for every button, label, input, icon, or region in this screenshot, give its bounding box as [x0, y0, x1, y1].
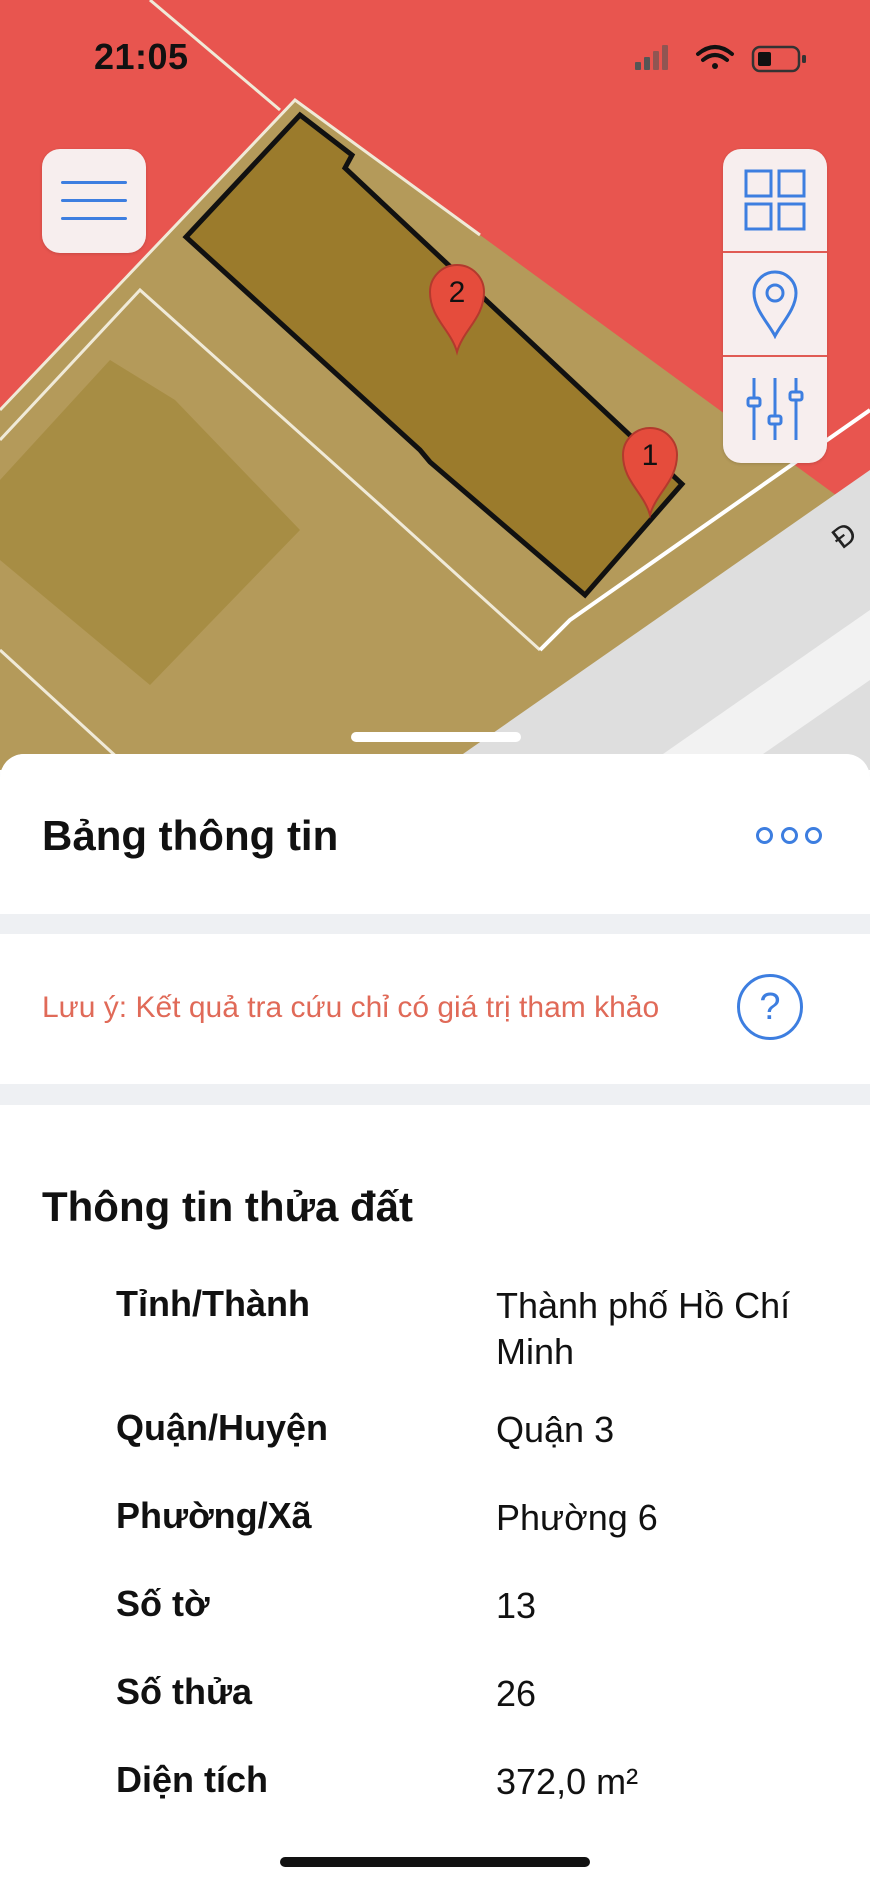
status-bar: 21:05	[0, 0, 870, 110]
home-indicator[interactable]	[280, 1857, 590, 1867]
sliders-icon	[746, 378, 804, 440]
info-value: 372,0 m²	[496, 1761, 639, 1802]
parcel-info-card: Thông tin thửa đất Tỉnh/Thành Thành phố …	[0, 1105, 870, 1883]
more-dots-icon	[756, 826, 773, 844]
info-value: Quận 3	[496, 1409, 615, 1450]
filter-settings-button[interactable]	[723, 357, 827, 461]
my-location-button[interactable]	[723, 253, 827, 357]
grid-layers-icon	[744, 169, 806, 231]
sheet-header: Bảng thông tin	[0, 754, 870, 914]
location-pin-icon	[752, 270, 798, 339]
disclaimer-card: Lưu ý: Kết quả tra cứu chỉ có giá trị th…	[0, 934, 870, 1084]
status-time: 21:05	[94, 36, 189, 77]
marker-1-label: 1	[642, 439, 659, 472]
status-icons	[630, 40, 830, 85]
info-label: Tỉnh/Thành	[116, 1283, 310, 1324]
marker-2-label: 2	[449, 276, 466, 309]
section-title: Thông tin thửa đất	[42, 1183, 414, 1230]
info-value: Phường 6	[496, 1497, 658, 1538]
more-dots-icon	[805, 826, 822, 844]
layers-grid-button[interactable]	[723, 149, 827, 253]
info-label: Số thửa	[116, 1671, 253, 1712]
cellular-signal-icon	[635, 45, 668, 70]
disclaimer-text: Lưu ý: Kết quả tra cứu chỉ có giá trị th…	[42, 991, 660, 1024]
sheet-title: Bảng thông tin	[42, 812, 339, 859]
question-icon: ?	[759, 985, 781, 1028]
info-sheet: Bảng thông tin Lưu ý: Kết quả tra cứu ch…	[0, 754, 870, 1883]
map-tools-panel	[723, 149, 827, 463]
menu-button[interactable]	[42, 149, 146, 253]
wifi-icon	[696, 45, 734, 69]
info-label: Quận/Huyện	[116, 1407, 329, 1448]
more-options-button[interactable]	[756, 820, 822, 850]
hamburger-menu-icon	[61, 181, 127, 220]
info-label: Số tờ	[116, 1583, 210, 1624]
info-value: 26	[496, 1673, 537, 1714]
info-label: Phường/Xã	[116, 1495, 312, 1536]
info-value: Thành phố Hồ Chí Minh	[496, 1285, 791, 1372]
help-button[interactable]: ?	[737, 974, 803, 1040]
more-dots-icon	[780, 826, 798, 844]
info-value: 13	[496, 1585, 537, 1626]
info-label: Diện tích	[116, 1759, 269, 1800]
battery-low-icon	[751, 45, 806, 73]
sheet-drag-handle[interactable]	[351, 732, 521, 742]
